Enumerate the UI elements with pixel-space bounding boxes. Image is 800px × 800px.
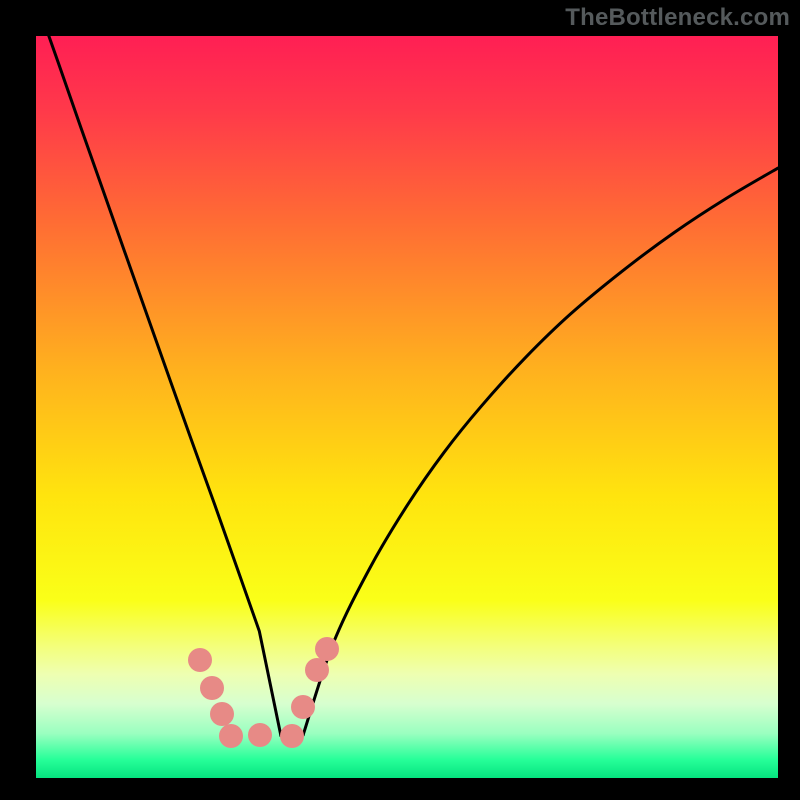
curve-curve-right xyxy=(303,168,778,735)
highlight-marker xyxy=(248,723,272,747)
highlight-marker xyxy=(280,724,304,748)
highlight-marker xyxy=(188,648,212,672)
chart-frame: TheBottleneck.com xyxy=(0,0,800,800)
curves-layer xyxy=(36,36,778,778)
highlight-marker xyxy=(200,676,224,700)
plot-area xyxy=(36,36,778,778)
watermark-text: TheBottleneck.com xyxy=(565,4,790,32)
highlight-marker xyxy=(291,695,315,719)
highlight-marker xyxy=(219,724,243,748)
curve-curve-left xyxy=(36,36,281,736)
highlight-marker xyxy=(210,702,234,726)
highlight-marker xyxy=(315,637,339,661)
highlight-marker xyxy=(305,658,329,682)
